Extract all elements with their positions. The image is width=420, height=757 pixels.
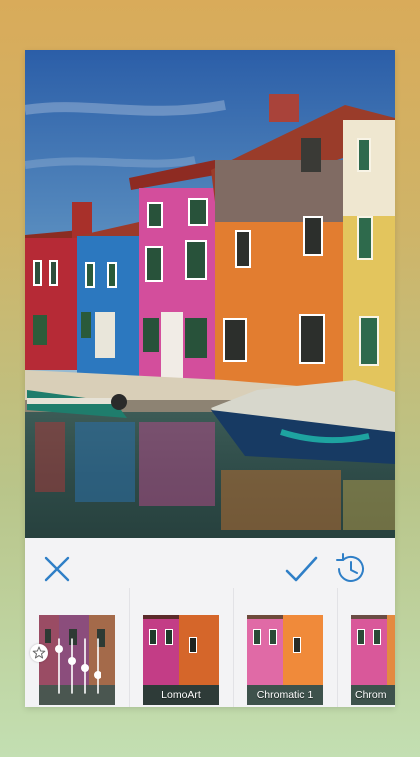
editor-card: LomoArt Chromatic 1 Chrom <box>25 50 395 707</box>
clock-history-icon <box>331 549 371 589</box>
filter-thumbnail: Chromatic 1 <box>247 615 323 705</box>
filter-thumbnail: LomoArt <box>143 615 219 705</box>
photo-preview <box>25 50 395 538</box>
filter-item-chromatic-1[interactable]: Chromatic 1 <box>233 588 338 707</box>
filter-thumbnail <box>39 615 115 705</box>
sliders-icon <box>51 637 101 697</box>
filter-label: Chrom <box>355 689 387 701</box>
favorite-badge[interactable] <box>30 644 48 662</box>
x-icon <box>37 549 77 589</box>
filter-thumbnail: Chrom <box>351 615 395 705</box>
history-button[interactable] <box>331 549 371 589</box>
filter-strip[interactable]: LomoArt Chromatic 1 Chrom <box>25 588 395 707</box>
filter-item-lomoart[interactable]: LomoArt <box>129 588 234 707</box>
star-icon <box>30 646 48 666</box>
filter-label: LomoArt <box>161 689 201 701</box>
checkmark-icon <box>281 549 321 589</box>
cancel-button[interactable] <box>37 549 77 589</box>
filter-label: Chromatic 1 <box>256 689 314 701</box>
filter-item-chromatic-2[interactable]: Chrom <box>337 588 395 707</box>
apply-button[interactable] <box>281 549 321 589</box>
